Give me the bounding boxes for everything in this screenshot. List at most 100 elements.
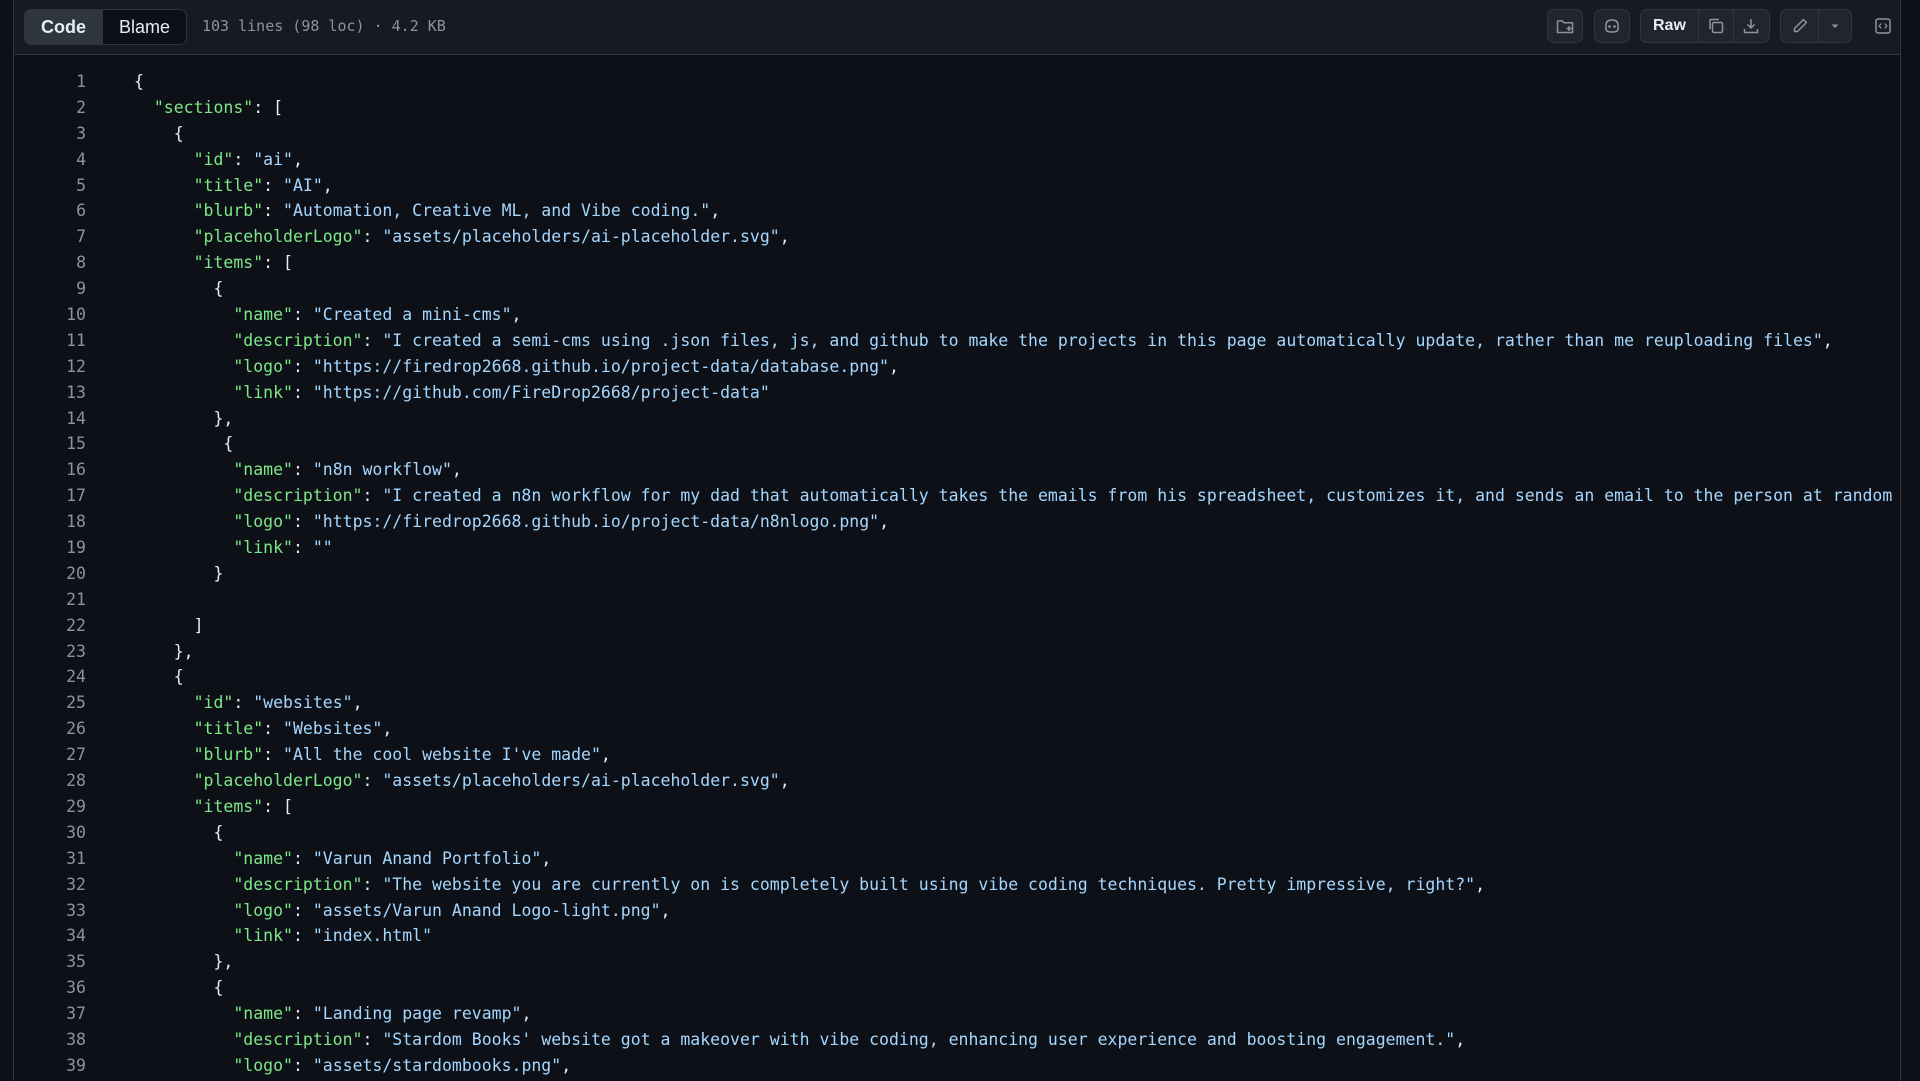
code-line: 35 },	[14, 949, 1900, 975]
code-line: 26 "title": "Websites",	[14, 716, 1900, 742]
line-number[interactable]: 31	[14, 846, 86, 872]
line-number[interactable]: 37	[14, 1001, 86, 1027]
code-line: 22 ]	[14, 613, 1900, 639]
line-number[interactable]: 17	[14, 483, 86, 509]
line-number[interactable]: 26	[14, 716, 86, 742]
line-number[interactable]: 11	[14, 328, 86, 354]
line-content: "id": "ai",	[193, 149, 303, 169]
line-content: },	[134, 641, 194, 661]
line-number[interactable]: 39	[14, 1053, 86, 1079]
line-number[interactable]: 29	[14, 794, 86, 820]
code-line: 9 {	[14, 276, 1900, 302]
symbols-icon	[1875, 18, 1891, 34]
edit-actions-group	[1780, 9, 1852, 43]
line-number[interactable]: 22	[14, 613, 86, 639]
line-content: "name": "Created a mini-cms",	[233, 305, 522, 325]
line-content: {	[134, 72, 144, 91]
line-number[interactable]: 30	[14, 820, 86, 846]
raw-actions-group: Raw	[1640, 9, 1770, 43]
code-line: 2 "sections": [	[14, 95, 1900, 121]
line-content: "link": ""	[233, 538, 333, 558]
line-number[interactable]: 20	[14, 561, 86, 587]
line-content: {	[134, 279, 224, 299]
line-content: "name": "Varun Anand Portfolio",	[233, 848, 552, 868]
line-content: {	[134, 123, 184, 143]
line-number[interactable]: 35	[14, 949, 86, 975]
line-content: "logo": "assets/stardombooks.png",	[233, 1055, 572, 1075]
raw-button[interactable]: Raw	[1641, 10, 1699, 42]
line-content: "title": "Websites",	[193, 719, 393, 739]
line-number[interactable]: 10	[14, 302, 86, 328]
download-icon	[1743, 19, 1759, 34]
code-line: 20 }	[14, 561, 1900, 587]
code-line: 1{	[14, 69, 1900, 95]
line-number[interactable]: 4	[14, 147, 86, 173]
line-content: },	[134, 408, 234, 428]
code-line: 39 "logo": "assets/stardombooks.png",	[14, 1053, 1900, 1079]
copilot-button[interactable]	[1594, 9, 1630, 43]
line-number[interactable]: 28	[14, 768, 86, 794]
line-number[interactable]: 2	[14, 95, 86, 121]
code-line: 17 "description": "I created a n8n workf…	[14, 483, 1900, 509]
line-content: "sections": [	[153, 97, 284, 117]
download-raw-button[interactable]	[1734, 10, 1768, 42]
line-number[interactable]: 34	[14, 923, 86, 949]
line-content	[86, 587, 134, 613]
line-number[interactable]: 5	[14, 173, 86, 199]
line-content: "logo": "https://firedrop2668.github.io/…	[233, 512, 889, 532]
code-line: 7 "placeholderLogo": "assets/placeholder…	[14, 224, 1900, 250]
line-number[interactable]: 13	[14, 380, 86, 406]
code-line: 33 "logo": "assets/Varun Anand Logo-ligh…	[14, 898, 1900, 924]
line-number[interactable]: 14	[14, 406, 86, 432]
line-number[interactable]: 36	[14, 975, 86, 1001]
line-number[interactable]: 21	[14, 587, 86, 613]
line-number[interactable]: 33	[14, 898, 86, 924]
line-number[interactable]: 16	[14, 457, 86, 483]
file-toolbar: Code Blame 103 lines (98 loc) · 4.2 KB R…	[14, 0, 1900, 55]
code-line: 25 "id": "websites",	[14, 690, 1900, 716]
add-file-button[interactable]	[1547, 9, 1583, 43]
line-content: "placeholderLogo": "assets/placeholders/…	[193, 227, 790, 247]
line-number[interactable]: 38	[14, 1027, 86, 1053]
code-line: 32 "description": "The website you are c…	[14, 872, 1900, 898]
code-line: 14 },	[14, 406, 1900, 432]
edit-file-button[interactable]	[1781, 10, 1820, 42]
code-line: 8 "items": [	[14, 250, 1900, 276]
line-number[interactable]: 24	[14, 664, 86, 690]
line-number[interactable]: 32	[14, 872, 86, 898]
code-line: 37 "name": "Landing page revamp",	[14, 1001, 1900, 1027]
line-content: "placeholderLogo": "assets/placeholders/…	[193, 771, 790, 791]
line-number[interactable]: 15	[14, 431, 86, 457]
line-number[interactable]: 18	[14, 509, 86, 535]
line-content: "description": "I created a semi-cms usi…	[233, 330, 1833, 350]
copy-raw-button[interactable]	[1699, 10, 1734, 42]
code-line: 10 "name": "Created a mini-cms",	[14, 302, 1900, 328]
line-content: ]	[134, 615, 204, 635]
add-file-icon	[1556, 20, 1574, 34]
code-line: 38 "description": "Stardom Books' websit…	[14, 1027, 1900, 1053]
line-content: },	[134, 952, 234, 972]
line-number[interactable]: 6	[14, 198, 86, 224]
edit-dropdown-button[interactable]	[1819, 10, 1851, 42]
line-number[interactable]: 7	[14, 224, 86, 250]
line-content: "logo": "assets/Varun Anand Logo-light.p…	[233, 900, 671, 920]
line-number[interactable]: 12	[14, 354, 86, 380]
line-content: "description": "The website you are curr…	[233, 874, 1486, 894]
code-line: 6 "blurb": "Automation, Creative ML, and…	[14, 198, 1900, 224]
line-number[interactable]: 8	[14, 250, 86, 276]
copy-icon	[1709, 18, 1724, 34]
line-number[interactable]: 19	[14, 535, 86, 561]
tab-blame[interactable]: Blame	[103, 10, 187, 44]
line-number[interactable]: 3	[14, 121, 86, 147]
tab-code[interactable]: Code	[25, 10, 103, 44]
line-number[interactable]: 27	[14, 742, 86, 768]
code-line: 12 "logo": "https://firedrop2668.github.…	[14, 354, 1900, 380]
line-number[interactable]: 1	[14, 69, 86, 95]
line-content: "blurb": "All the cool website I've made…	[193, 745, 611, 765]
line-number[interactable]: 25	[14, 690, 86, 716]
code-line: 36 {	[14, 975, 1900, 1001]
line-number[interactable]: 9	[14, 276, 86, 302]
line-number[interactable]: 23	[14, 639, 86, 665]
file-meta: 103 lines (98 loc) · 4.2 KB	[202, 17, 446, 35]
symbols-panel-button[interactable]	[1866, 9, 1900, 43]
